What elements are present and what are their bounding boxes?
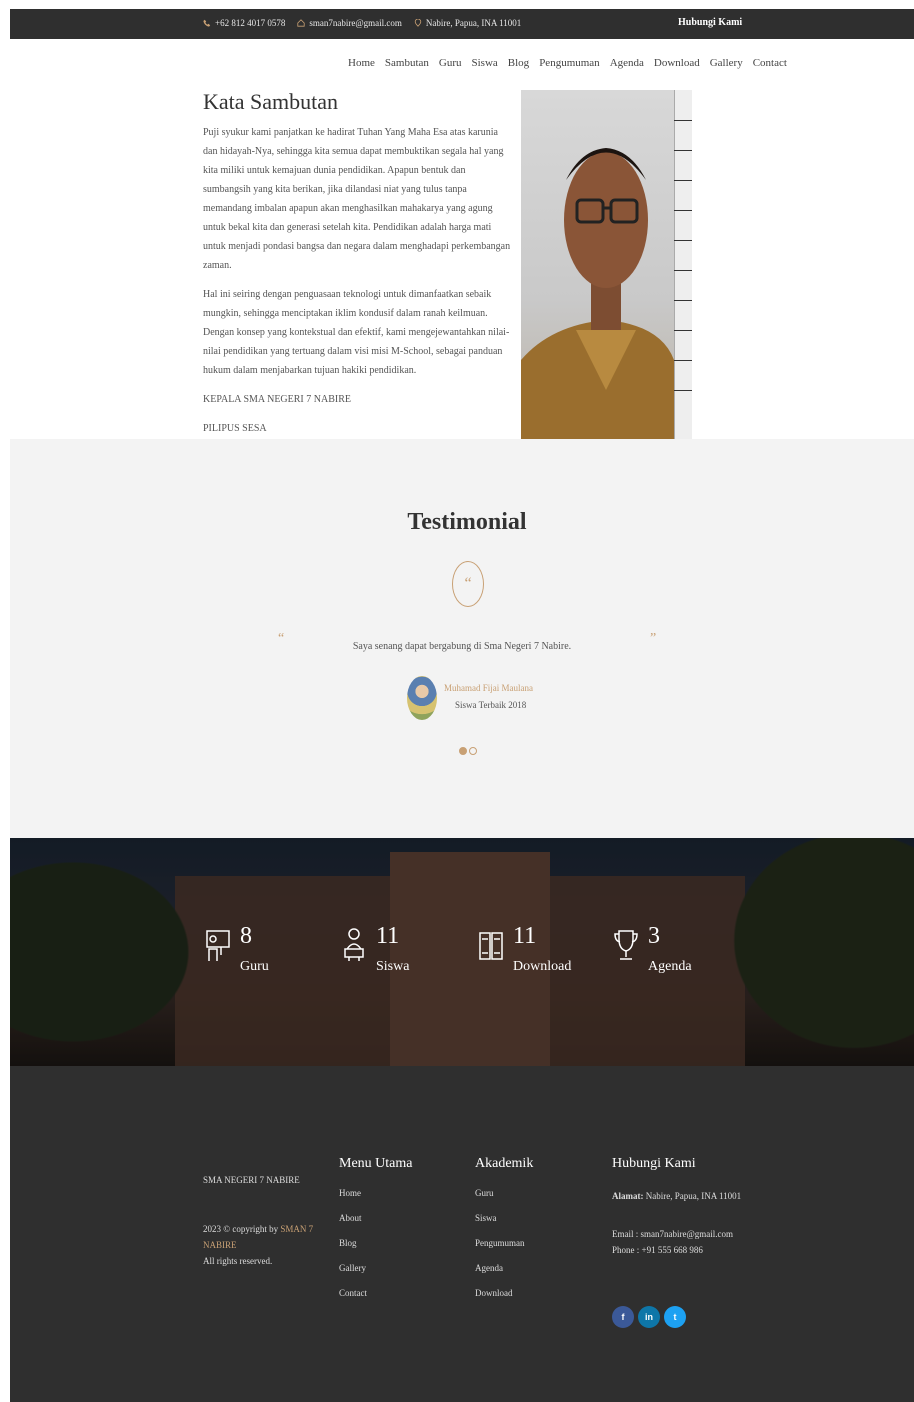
- welcome-text: Puji syukur kami panjatkan ke hadirat Tu…: [203, 123, 513, 448]
- social-links: f in t: [612, 1306, 686, 1328]
- footer-brand: SMA NEGERI 7 NABIRE: [203, 1175, 300, 1185]
- footer-menu-column: Menu Utama Home About Blog Gallery Conta…: [339, 1156, 412, 1313]
- stat-siswa-label: Siswa: [376, 959, 410, 974]
- footer-copyright: 2023 © copyright by SMAN 7 NABIRE All ri…: [203, 1221, 323, 1269]
- stat-agenda-value: 3: [648, 923, 660, 949]
- top-address: Nabire, Papua, INA 11001: [414, 18, 521, 28]
- stat-agenda-label: Agenda: [648, 959, 692, 974]
- top-email[interactable]: sman7nabire@gmail.com: [297, 18, 402, 28]
- footer-menu-title: Menu Utama: [339, 1156, 413, 1171]
- nav-item-contact[interactable]: Contact: [753, 57, 787, 69]
- footer-link-agenda[interactable]: Agenda: [475, 1263, 533, 1288]
- trophy-icon: [614, 930, 638, 960]
- contact-us-link[interactable]: Hubungi Kami: [678, 17, 742, 28]
- nav-item-download[interactable]: Download: [654, 57, 700, 69]
- testimonial-avatar: [407, 676, 437, 720]
- signature-title: KEPALA SMA NEGERI 7 NABIRE: [203, 394, 351, 405]
- nav-item-guru[interactable]: Guru: [439, 57, 462, 69]
- footer-link-siswa[interactable]: Siswa: [475, 1213, 533, 1238]
- testimonial-author[interactable]: Muhamad Fijai Maulana: [444, 683, 533, 693]
- top-phone-text: +62 812 4017 0578: [215, 18, 286, 28]
- welcome-title: Kata Sambutan: [203, 89, 339, 114]
- footer-contact-column: Hubungi Kami Alamat: Nabire, Papua, INA …: [612, 1156, 742, 1258]
- footer-akademik-title: Akademik: [475, 1156, 534, 1171]
- stat-siswa-value: 11: [376, 923, 400, 949]
- address-value: Nabire, Papua, INA 11001: [645, 1191, 742, 1201]
- footer: SMA NEGERI 7 NABIRE 2023 © copyright by …: [10, 1066, 914, 1402]
- footer-address: Alamat: Nabire, Papua, INA 11001: [612, 1188, 742, 1204]
- testimonial-role: Siswa Terbaik 2018: [455, 700, 527, 710]
- stat-download-label: Download: [513, 959, 572, 974]
- footer-link-pengumuman[interactable]: Pengumuman: [475, 1238, 533, 1263]
- signature-name: PILIPUS SESA: [203, 423, 267, 434]
- home-icon: [297, 19, 305, 27]
- principal-photo: [521, 90, 692, 439]
- copyright-prefix: 2023 © copyright by: [203, 1224, 279, 1234]
- footer-link-about[interactable]: About: [339, 1213, 412, 1238]
- footer-akademik-column: Akademik Guru Siswa Pengumuman Agenda Do…: [475, 1156, 533, 1313]
- footer-link-download[interactable]: Download: [475, 1288, 533, 1313]
- footer-phone[interactable]: Phone : +91 555 668 986: [612, 1242, 742, 1258]
- address-label: Alamat:: [612, 1191, 644, 1201]
- welcome-section: Kata Sambutan Puji syukur kami panjatkan…: [10, 87, 914, 439]
- top-bar: +62 812 4017 0578 sman7nabire@gmail.com …: [10, 9, 914, 39]
- twitter-icon[interactable]: t: [664, 1306, 686, 1328]
- testimonial-quote: Saya senang dapat bergabung di Sma Neger…: [352, 641, 572, 652]
- carousel-dot-2[interactable]: [469, 747, 477, 755]
- nav-item-pengumuman[interactable]: Pengumuman: [539, 57, 600, 69]
- footer-contact-title: Hubungi Kami: [612, 1156, 696, 1171]
- principal-portrait: [521, 148, 674, 439]
- nav-menu: Home Sambutan Guru Siswa Blog Pengumuman…: [348, 57, 787, 69]
- map-pin-icon: [414, 19, 422, 27]
- nav-item-sambutan[interactable]: Sambutan: [385, 57, 429, 69]
- stat-download-value: 11: [513, 923, 537, 949]
- footer-link-contact[interactable]: Contact: [339, 1288, 412, 1313]
- quote-icon: “: [452, 561, 484, 607]
- footer-link-blog[interactable]: Blog: [339, 1238, 412, 1263]
- main-nav: Home Sambutan Guru Siswa Blog Pengumuman…: [10, 39, 914, 87]
- stat-guru-value: 8: [240, 923, 252, 949]
- top-phone[interactable]: +62 812 4017 0578: [203, 18, 285, 28]
- copyright-suffix: All rights reserved.: [203, 1256, 273, 1266]
- footer-email[interactable]: Email : sman7nabire@gmail.com: [612, 1226, 742, 1242]
- footer-link-guru[interactable]: Guru: [475, 1188, 533, 1213]
- top-email-text: sman7nabire@gmail.com: [309, 18, 402, 28]
- book-icon: [479, 932, 503, 960]
- testimonial-title: Testimonial: [407, 509, 527, 535]
- facebook-icon[interactable]: f: [612, 1306, 634, 1328]
- top-address-text: Nabire, Papua, INA 11001: [425, 18, 522, 28]
- welcome-paragraph-1: Puji syukur kami panjatkan ke hadirat Tu…: [203, 127, 511, 271]
- height-ruler: [674, 90, 692, 439]
- stats-overlay: [10, 838, 914, 1066]
- teacher-icon: [206, 930, 230, 961]
- nav-item-siswa[interactable]: Siswa: [472, 57, 498, 69]
- nav-item-agenda[interactable]: Agenda: [610, 57, 644, 69]
- footer-link-gallery[interactable]: Gallery: [339, 1263, 412, 1288]
- carousel-dots: [459, 747, 477, 755]
- nav-item-blog[interactable]: Blog: [508, 57, 529, 69]
- phone-icon: [203, 19, 211, 27]
- testimonial-section: Testimonial “ “ ” Saya senang dapat berg…: [10, 439, 914, 838]
- nav-item-home[interactable]: Home: [348, 57, 375, 69]
- footer-link-home[interactable]: Home: [339, 1188, 412, 1213]
- nav-item-gallery[interactable]: Gallery: [710, 57, 743, 69]
- linkedin-icon[interactable]: in: [638, 1306, 660, 1328]
- stats-section: 8 Guru 11 Siswa 11 Download 3 Agenda: [10, 838, 914, 1066]
- top-contacts: +62 812 4017 0578 sman7nabire@gmail.com …: [203, 18, 521, 28]
- student-icon: [344, 928, 364, 961]
- stat-guru-label: Guru: [240, 959, 269, 974]
- welcome-paragraph-2: Hal ini seiring dengan penguasaan teknol…: [203, 289, 510, 376]
- carousel-dot-1[interactable]: [459, 747, 467, 755]
